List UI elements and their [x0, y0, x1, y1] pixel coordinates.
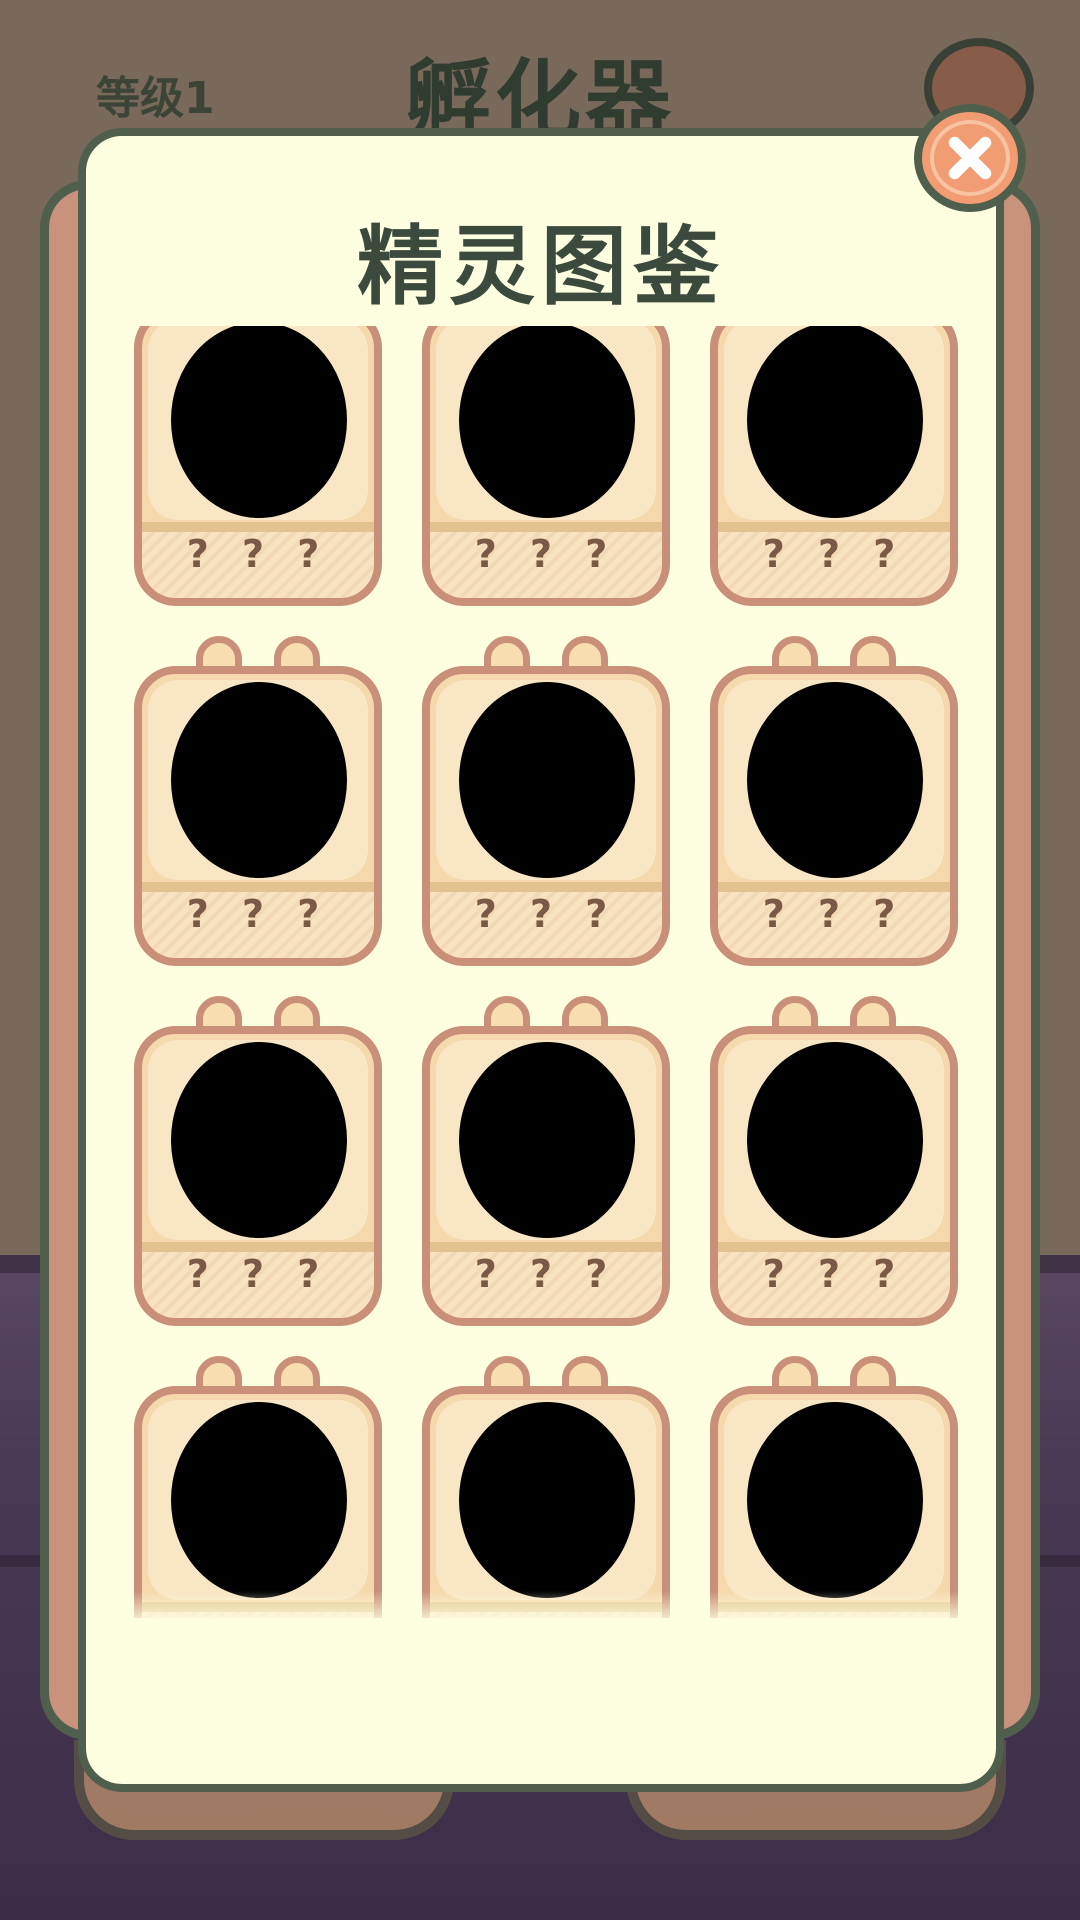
locked-creature-silhouette [747, 1042, 923, 1238]
locked-creature-silhouette [747, 326, 923, 518]
creature-card[interactable]: ? ? ? [422, 636, 670, 966]
grid-fade [86, 1591, 996, 1625]
creature-name: ? ? ? [186, 892, 330, 936]
creature-card[interactable]: ? ? ? [710, 996, 958, 1326]
locked-creature-silhouette [171, 1402, 347, 1598]
close-icon [948, 136, 992, 180]
card-shelf [718, 1242, 950, 1252]
card-shelf [718, 882, 950, 892]
locked-creature-silhouette [459, 1402, 635, 1598]
creature-card[interactable]: ? ? ? [134, 636, 382, 966]
locked-creature-silhouette [171, 1042, 347, 1238]
creature-card[interactable]: ? ? ? [422, 326, 670, 606]
locked-creature-silhouette [459, 326, 635, 518]
collection-panel: 精灵图鉴 ? ? ?? ? ?? ? ?? ? ?? ? ?? ? ?? ? ?… [78, 128, 1004, 1792]
creature-card[interactable]: ? ? ? [710, 326, 958, 606]
creature-card[interactable]: ? ? ? [422, 1356, 670, 1618]
creature-card[interactable]: ? ? ? [134, 1356, 382, 1618]
locked-creature-silhouette [459, 682, 635, 878]
creature-name: ? ? ? [762, 892, 906, 936]
creature-name: ? ? ? [474, 532, 618, 576]
card-shelf [430, 1242, 662, 1252]
close-button[interactable] [914, 104, 1026, 212]
card-shelf [142, 522, 374, 532]
locked-creature-silhouette [459, 1042, 635, 1238]
creature-name: ? ? ? [186, 1252, 330, 1296]
card-shelf [142, 882, 374, 892]
creature-name: ? ? ? [474, 892, 618, 936]
creature-name: ? ? ? [186, 532, 330, 576]
locked-creature-silhouette [171, 682, 347, 878]
locked-creature-silhouette [171, 326, 347, 518]
card-shelf [142, 1242, 374, 1252]
collection-title: 精灵图鉴 [357, 217, 725, 317]
creature-card[interactable]: ? ? ? [710, 1356, 958, 1618]
locked-creature-silhouette [747, 1402, 923, 1598]
creature-name: ? ? ? [474, 1252, 618, 1296]
creature-grid[interactable]: ? ? ?? ? ?? ? ?? ? ?? ? ?? ? ?? ? ?? ? ?… [86, 326, 996, 1618]
creature-card[interactable]: ? ? ? [422, 996, 670, 1326]
creature-card[interactable]: ? ? ? [134, 996, 382, 1326]
creature-card[interactable]: ? ? ? [134, 326, 382, 606]
creature-card[interactable]: ? ? ? [710, 636, 958, 966]
locked-creature-silhouette [747, 682, 923, 878]
creature-name: ? ? ? [762, 532, 906, 576]
card-shelf [430, 522, 662, 532]
creature-name: ? ? ? [762, 1252, 906, 1296]
card-shelf [718, 522, 950, 532]
card-shelf [430, 882, 662, 892]
